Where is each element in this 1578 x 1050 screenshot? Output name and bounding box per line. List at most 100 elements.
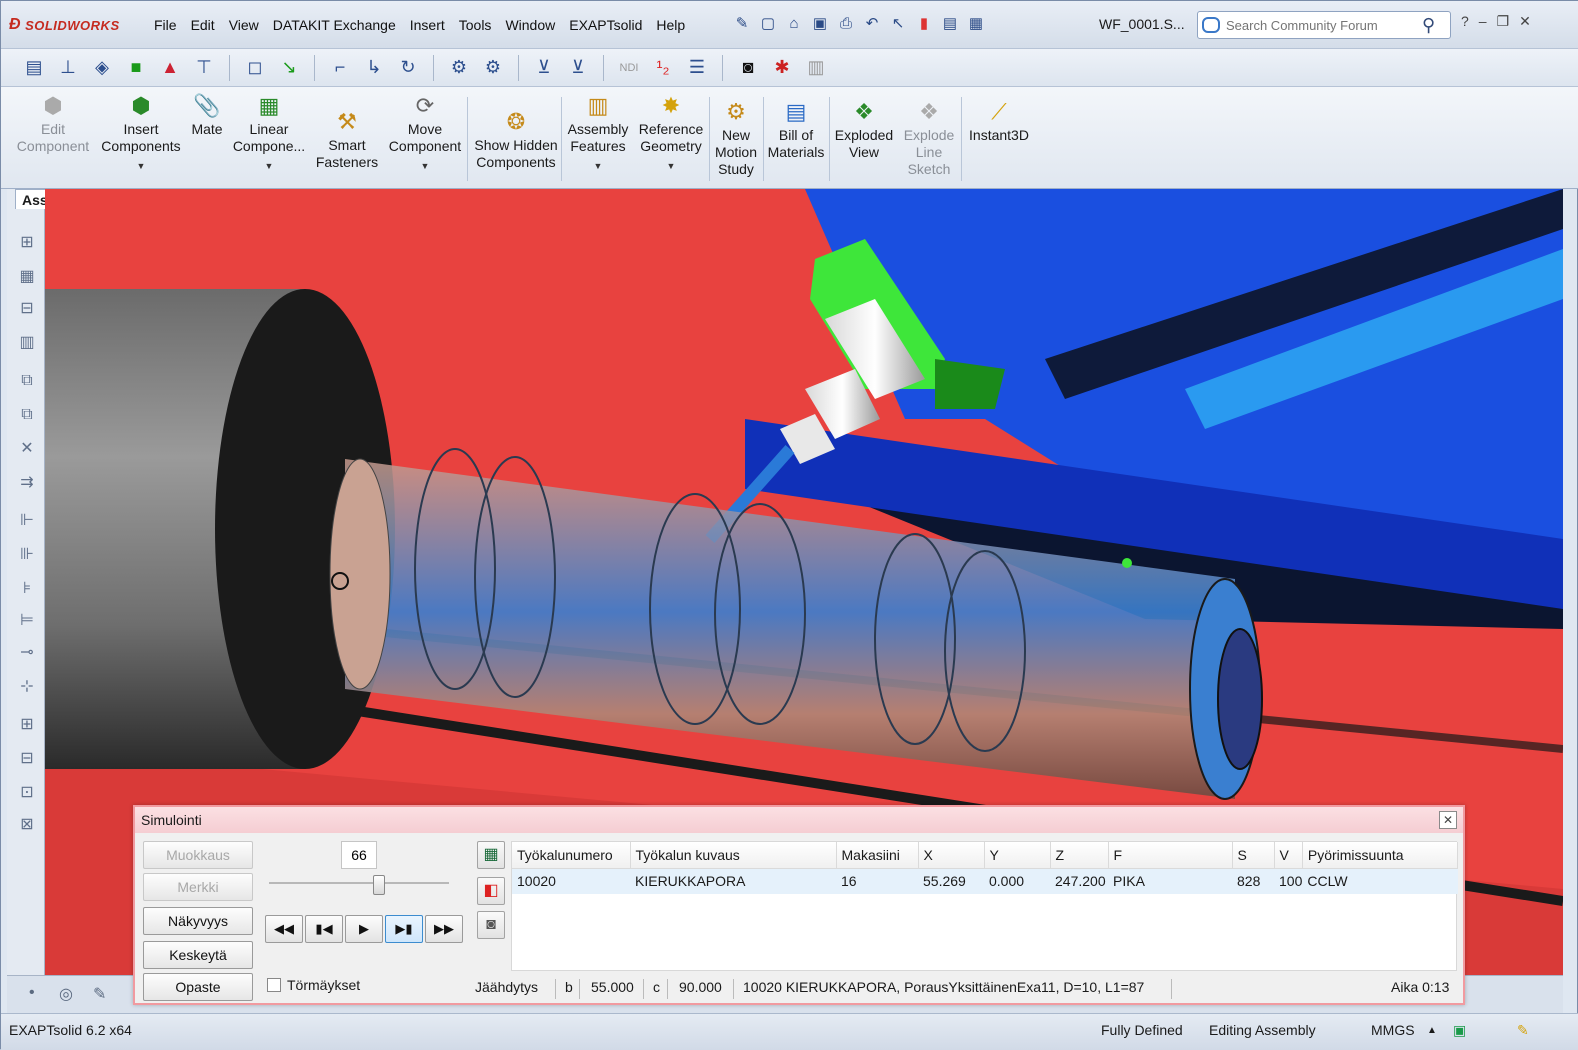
col-rotation[interactable]: Pyörimissuunta — [1302, 842, 1459, 869]
rebuild-icon[interactable]: ▮ — [913, 13, 935, 35]
collisions-checkbox[interactable] — [267, 978, 281, 992]
move-component-button[interactable]: ⟳ Move Component ▼ — [385, 93, 465, 175]
machine-icon[interactable]: ▥ — [803, 55, 829, 81]
panel-tool-icon-17[interactable]: ⊡ — [15, 781, 39, 805]
panel-tool-icon-11[interactable]: ⊧ — [15, 577, 39, 601]
chevron-down-icon[interactable]: ▼ — [565, 158, 631, 175]
fast-forward-button[interactable]: ▶▶ — [425, 915, 463, 943]
col-tool-number[interactable]: Työkalunumero — [512, 842, 631, 869]
print-icon[interactable]: ⎙ — [835, 13, 857, 35]
panel-tool-icon-3[interactable]: ⊟ — [15, 297, 39, 321]
menu-file[interactable]: File — [147, 15, 184, 35]
stock-view-icon[interactable]: ◧ — [477, 877, 505, 905]
help-icon[interactable]: ? — [1461, 13, 1469, 30]
part-icon[interactable]: ■ — [123, 55, 149, 81]
nc-program-icon[interactable]: ▤ — [21, 55, 47, 81]
col-f[interactable]: F — [1108, 842, 1233, 869]
col-z[interactable]: Z — [1050, 842, 1109, 869]
col-tool-description[interactable]: Työkalun kuvaus — [630, 842, 837, 869]
gear-atr-icon[interactable]: ⚙ — [480, 55, 506, 81]
col-y[interactable]: Y — [984, 842, 1051, 869]
restore-icon[interactable]: ❐ — [1497, 13, 1510, 30]
step-back-button[interactable]: ▮◀ — [305, 915, 343, 943]
fixture-icon[interactable]: ⊥ — [55, 55, 81, 81]
rebuild-status-icon[interactable]: ✎ — [1517, 1022, 1529, 1039]
menu-view[interactable]: View — [222, 15, 266, 35]
origin-icon[interactable]: ▲ — [157, 55, 183, 81]
new-motion-study-button[interactable]: ⚙ New Motion Study — [711, 99, 761, 178]
panel-tool-icon-2[interactable]: ▦ — [15, 265, 39, 289]
abort-button[interactable]: Keskeytä — [143, 941, 253, 969]
menu-help[interactable]: Help — [649, 15, 692, 35]
panel-tool-icon-9[interactable]: ⊩ — [15, 509, 39, 533]
panel-tool-icon-4[interactable]: ▥ — [15, 331, 39, 355]
table-row[interactable]: 10020 KIERUKKAPORA 16 55.269 0.000 247.2… — [512, 868, 1458, 894]
chevron-down-icon[interactable]: ▼ — [385, 158, 465, 175]
collisions-toggle[interactable]: Törmäykset — [267, 977, 360, 993]
rotate-icon[interactable]: ↻ — [395, 55, 421, 81]
pin-icon[interactable]: ✎ — [731, 13, 753, 35]
smart-fasteners-button[interactable]: ⚒ Smart Fasteners — [309, 109, 385, 171]
list-icon[interactable]: ☰ — [684, 55, 710, 81]
edit-button[interactable]: Muokkaus — [143, 841, 253, 869]
solidworks-logo[interactable]: Ɖ SOLIDWORKS — [9, 13, 120, 37]
clamp-icon[interactable]: ⊤ — [191, 55, 217, 81]
col-magazine[interactable]: Makasiini — [836, 842, 919, 869]
menu-exaptsolid[interactable]: EXAPTsolid — [562, 15, 649, 35]
hole-atr-icon[interactable]: ⊻ — [565, 55, 591, 81]
instant3d-button[interactable]: ⟋ Instant3D — [963, 99, 1035, 144]
col-s[interactable]: S — [1232, 842, 1275, 869]
menu-window[interactable]: Window — [498, 15, 562, 35]
panel-tool-icon-14[interactable]: ⊹ — [15, 675, 39, 699]
slider-thumb[interactable] — [373, 875, 385, 895]
tool-view-icon[interactable]: ◙ — [477, 911, 505, 939]
mate-button[interactable]: 📎 Mate — [185, 93, 229, 138]
search-box[interactable]: . ⚲ — [1197, 11, 1451, 39]
rewind-button[interactable]: ◀◀ — [265, 915, 303, 943]
panel-tool-icon-10[interactable]: ⊪ — [15, 543, 39, 567]
panel-tool-icon-5[interactable]: ⧉ — [15, 369, 39, 393]
dialog-titlebar[interactable]: Simulointi ✕ — [135, 807, 1463, 833]
save-icon[interactable]: ▣ — [809, 13, 831, 35]
panel-tool-icon-13[interactable]: ⊸ — [15, 641, 39, 665]
numbering-icon[interactable]: ¹₂ — [650, 55, 676, 81]
speed-slider[interactable] — [269, 875, 449, 895]
stock-icon[interactable]: ◈ — [89, 55, 115, 81]
panel-tool-icon-1[interactable]: ⊞ — [15, 231, 39, 255]
machine-view-icon[interactable]: ▦ — [477, 841, 505, 869]
col-v[interactable]: V — [1274, 842, 1303, 869]
close-icon[interactable]: ✕ — [1519, 13, 1531, 30]
panel-tool-icon-16[interactable]: ⊟ — [15, 747, 39, 771]
menu-datakit-exchange[interactable]: DATAKIT Exchange — [266, 15, 403, 35]
options-icon[interactable]: ▦ — [965, 13, 987, 35]
simulation-icon[interactable]: ✱ — [769, 55, 795, 81]
assembly-features-button[interactable]: ▥ Assembly Features ▼ — [565, 93, 631, 175]
target-icon[interactable]: ◎ — [59, 984, 73, 1004]
cube-icon[interactable]: ◻ — [242, 55, 268, 81]
search-icon[interactable]: ⚲ — [1422, 15, 1435, 36]
select-pointer-icon[interactable]: ↖ — [887, 13, 909, 35]
arrow-move-icon[interactable]: ↳ — [361, 55, 387, 81]
insert-components-button[interactable]: ⬢ Insert Components ▼ — [97, 93, 185, 175]
menu-edit[interactable]: Edit — [184, 15, 222, 35]
help-icon[interactable]: ▣ — [1453, 1022, 1466, 1039]
mark-button[interactable]: Merkki — [143, 873, 253, 901]
chevron-down-icon[interactable]: ▼ — [97, 158, 185, 175]
chevron-down-icon[interactable]: ▼ — [229, 158, 309, 175]
panel-tool-icon-7[interactable]: ✕ — [15, 437, 39, 461]
speed-input[interactable] — [341, 841, 377, 869]
minimize-icon[interactable]: – — [1479, 13, 1487, 30]
undo-icon[interactable]: ↶ — [861, 13, 883, 35]
help-button[interactable]: Opaste — [143, 973, 253, 1001]
open-folder-icon[interactable]: ⌂ — [783, 13, 805, 35]
step-forward-button[interactable]: ▶▮ — [385, 915, 423, 943]
linear-component-pattern-button[interactable]: ▦ Linear Compone... ▼ — [229, 93, 309, 175]
reference-geometry-button[interactable]: ✸ Reference Geometry ▼ — [633, 93, 709, 175]
new-document-icon[interactable]: ▢ — [757, 13, 779, 35]
tool-icon[interactable]: ⌐ — [327, 55, 353, 81]
panel-tool-icon-6[interactable]: ⧉ — [15, 403, 39, 427]
dot-icon[interactable]: • — [29, 984, 35, 1002]
camera-icon[interactable]: ◙ — [735, 55, 761, 81]
menu-tools[interactable]: Tools — [452, 15, 499, 35]
panel-tool-icon-15[interactable]: ⊞ — [15, 713, 39, 737]
